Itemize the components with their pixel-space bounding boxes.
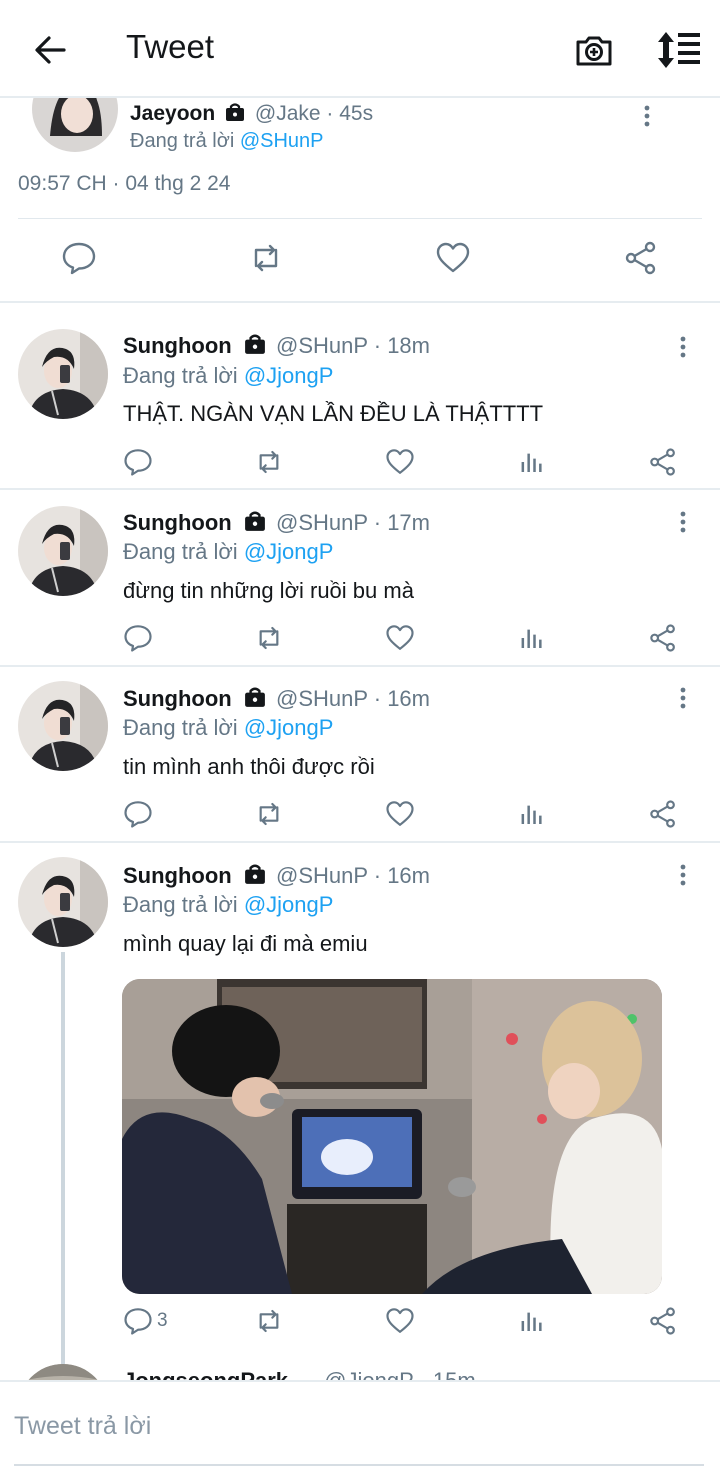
author-line: Sunghoon @SHunP · 16m <box>123 863 430 889</box>
tweet-photo[interactable] <box>122 979 662 1294</box>
mention-link[interactable]: @SHunP <box>240 130 324 152</box>
author-handle: @SHunP · 17m <box>276 510 430 535</box>
avatar[interactable] <box>18 506 108 596</box>
author-name[interactable]: Sunghoon <box>123 686 232 711</box>
focused-tweet: Jaeyoon @Jake · 45s Đang trả lời @SHunP … <box>0 98 720 303</box>
tweet-text: THẬT. NGÀN VẠN LẦN ĐỀU LÀ THẬTTTT <box>123 401 544 426</box>
author-handle: @SHunP · 16m <box>276 863 430 888</box>
more-options-icon[interactable] <box>676 335 690 359</box>
replying-to-label: Đang trả lời <box>123 892 238 917</box>
lock-icon <box>244 687 265 707</box>
author-handle: @Jake · 45s <box>254 102 374 125</box>
lock-icon <box>244 334 265 354</box>
replying-to: Đang trả lời @JjongP <box>123 539 333 565</box>
top-app-bar: Tweet <box>0 0 720 98</box>
author-line: Sunghoon @SHunP · 17m <box>123 510 430 536</box>
analytics-icon[interactable] <box>517 799 547 829</box>
tweet-text: tin mình anh thôi được rồi <box>123 754 375 779</box>
lock-icon <box>244 864 265 884</box>
avatar[interactable] <box>18 329 108 419</box>
avatar[interactable] <box>18 857 108 947</box>
mention-link[interactable]: @JjongP <box>244 892 334 917</box>
tweet-card[interactable]: Sunghoon @SHunP · 16m Đang trả lời @Jjon… <box>0 845 720 1360</box>
author-line: Sunghoon @SHunP · 18m <box>123 333 430 359</box>
avatar[interactable] <box>18 681 108 771</box>
reply-composer <box>0 1380 720 1471</box>
replying-to-label: Đang trả lời <box>123 539 238 564</box>
share-icon[interactable] <box>648 623 678 653</box>
like-heart-icon[interactable] <box>385 799 415 829</box>
tweet-text: mình quay lại đi mà emiu <box>123 931 368 956</box>
reply-count: 3 <box>157 1310 168 1331</box>
mention-link[interactable]: @JjongP <box>244 363 334 388</box>
more-options-icon[interactable] <box>676 686 690 710</box>
tweet-text: đừng tin những lời ruồi bu mà <box>123 578 414 603</box>
tweet-card[interactable]: Sunghoon @SHunP · 18m Đang trả lời @Jjon… <box>0 305 720 490</box>
analytics-icon[interactable] <box>517 1306 547 1336</box>
lock-icon <box>226 103 245 121</box>
reply-icon[interactable] <box>123 447 153 477</box>
reply-icon[interactable] <box>123 623 153 653</box>
replying-to-label: Đang trả lời <box>123 363 238 388</box>
author-name[interactable]: Sunghoon <box>123 510 232 535</box>
tweet-card[interactable]: Sunghoon @SHunP · 17m Đang trả lời @Jjon… <box>0 492 720 667</box>
reply-icon[interactable] <box>123 799 153 829</box>
lock-icon <box>244 511 265 531</box>
author-line: Sunghoon @SHunP · 16m <box>123 686 430 712</box>
avatar[interactable] <box>32 98 118 153</box>
replying-to: Đang trả lời @JjongP <box>123 715 333 741</box>
tweet-datetime: 09:57 CH · 04 thg 2 24 <box>18 172 231 195</box>
retweet-icon[interactable] <box>254 623 284 653</box>
reply-icon[interactable] <box>61 240 97 276</box>
analytics-icon[interactable] <box>517 447 547 477</box>
share-icon[interactable] <box>623 240 659 276</box>
like-heart-icon[interactable] <box>385 447 415 477</box>
author-name[interactable]: Sunghoon <box>123 863 232 888</box>
like-heart-icon[interactable] <box>385 623 415 653</box>
author-handle: @SHunP · 18m <box>276 333 430 358</box>
reply-input[interactable] <box>14 1404 704 1448</box>
share-icon[interactable] <box>648 447 678 477</box>
author-name[interactable]: Jaeyoon <box>130 102 215 125</box>
page-title: Tweet <box>126 28 215 65</box>
retweet-icon[interactable] <box>254 799 284 829</box>
replying-to: Đang trả lời @JjongP <box>123 363 333 389</box>
like-heart-icon[interactable] <box>385 1306 415 1336</box>
more-options-icon[interactable] <box>640 104 654 128</box>
author-name[interactable]: Sunghoon <box>123 333 232 358</box>
mention-link[interactable]: @JjongP <box>244 539 334 564</box>
retweet-icon[interactable] <box>248 240 284 276</box>
replying-to-label: Đang trả lời <box>123 715 238 740</box>
replying-to: Đang trả lời @JjongP <box>123 892 333 918</box>
tweet-card[interactable]: Sunghoon @SHunP · 16m Đang trả lời @Jjon… <box>0 669 720 843</box>
reply-icon[interactable] <box>123 1306 153 1336</box>
share-icon[interactable] <box>648 1306 678 1336</box>
divider <box>18 218 702 219</box>
retweet-icon[interactable] <box>254 1306 284 1336</box>
replying-to: Đang trả lời @SHunP <box>130 130 324 153</box>
sort-order-icon[interactable] <box>654 30 702 70</box>
input-underline <box>14 1464 704 1466</box>
author-handle: @SHunP · 16m <box>276 686 430 711</box>
camera-add-icon[interactable] <box>574 30 614 70</box>
like-heart-icon[interactable] <box>435 240 471 276</box>
replying-to-label: Đang trả lời <box>130 130 235 152</box>
back-arrow-icon[interactable] <box>30 30 70 70</box>
author-line: Jaeyoon @Jake · 45s <box>130 102 373 126</box>
tweet-card[interactable]: JongseongPark @JjongP · 15m <box>0 1362 720 1382</box>
retweet-icon[interactable] <box>254 447 284 477</box>
share-icon[interactable] <box>648 799 678 829</box>
more-options-icon[interactable] <box>676 863 690 887</box>
mention-link[interactable]: @JjongP <box>244 715 334 740</box>
analytics-icon[interactable] <box>517 623 547 653</box>
more-options-icon[interactable] <box>676 510 690 534</box>
